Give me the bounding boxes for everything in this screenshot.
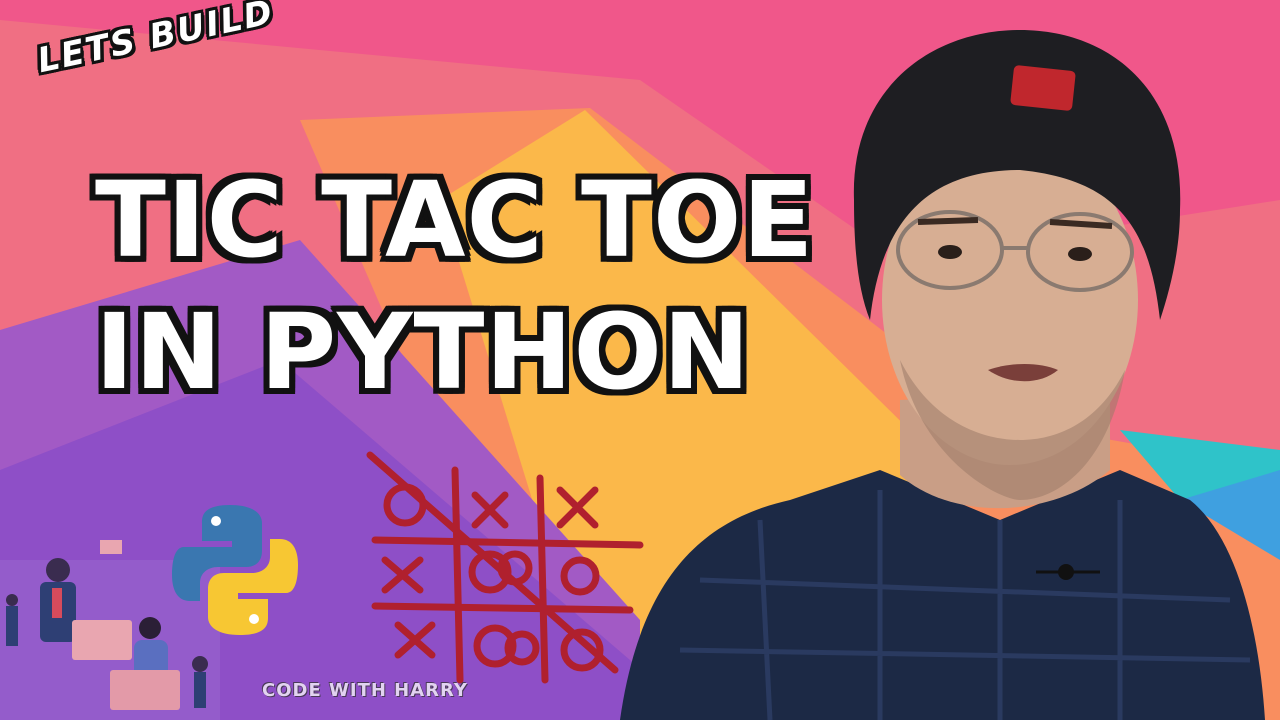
headline-line-2: IN PYTHON xyxy=(95,291,751,413)
headline-line-1: TIC TAC TOE xyxy=(95,159,815,281)
channel-watermark: CODE WITH HARRY xyxy=(262,680,468,701)
thumbnail: LETS BUILD TIC TAC TOE IN PYTHON CODE WI… xyxy=(0,0,1280,720)
